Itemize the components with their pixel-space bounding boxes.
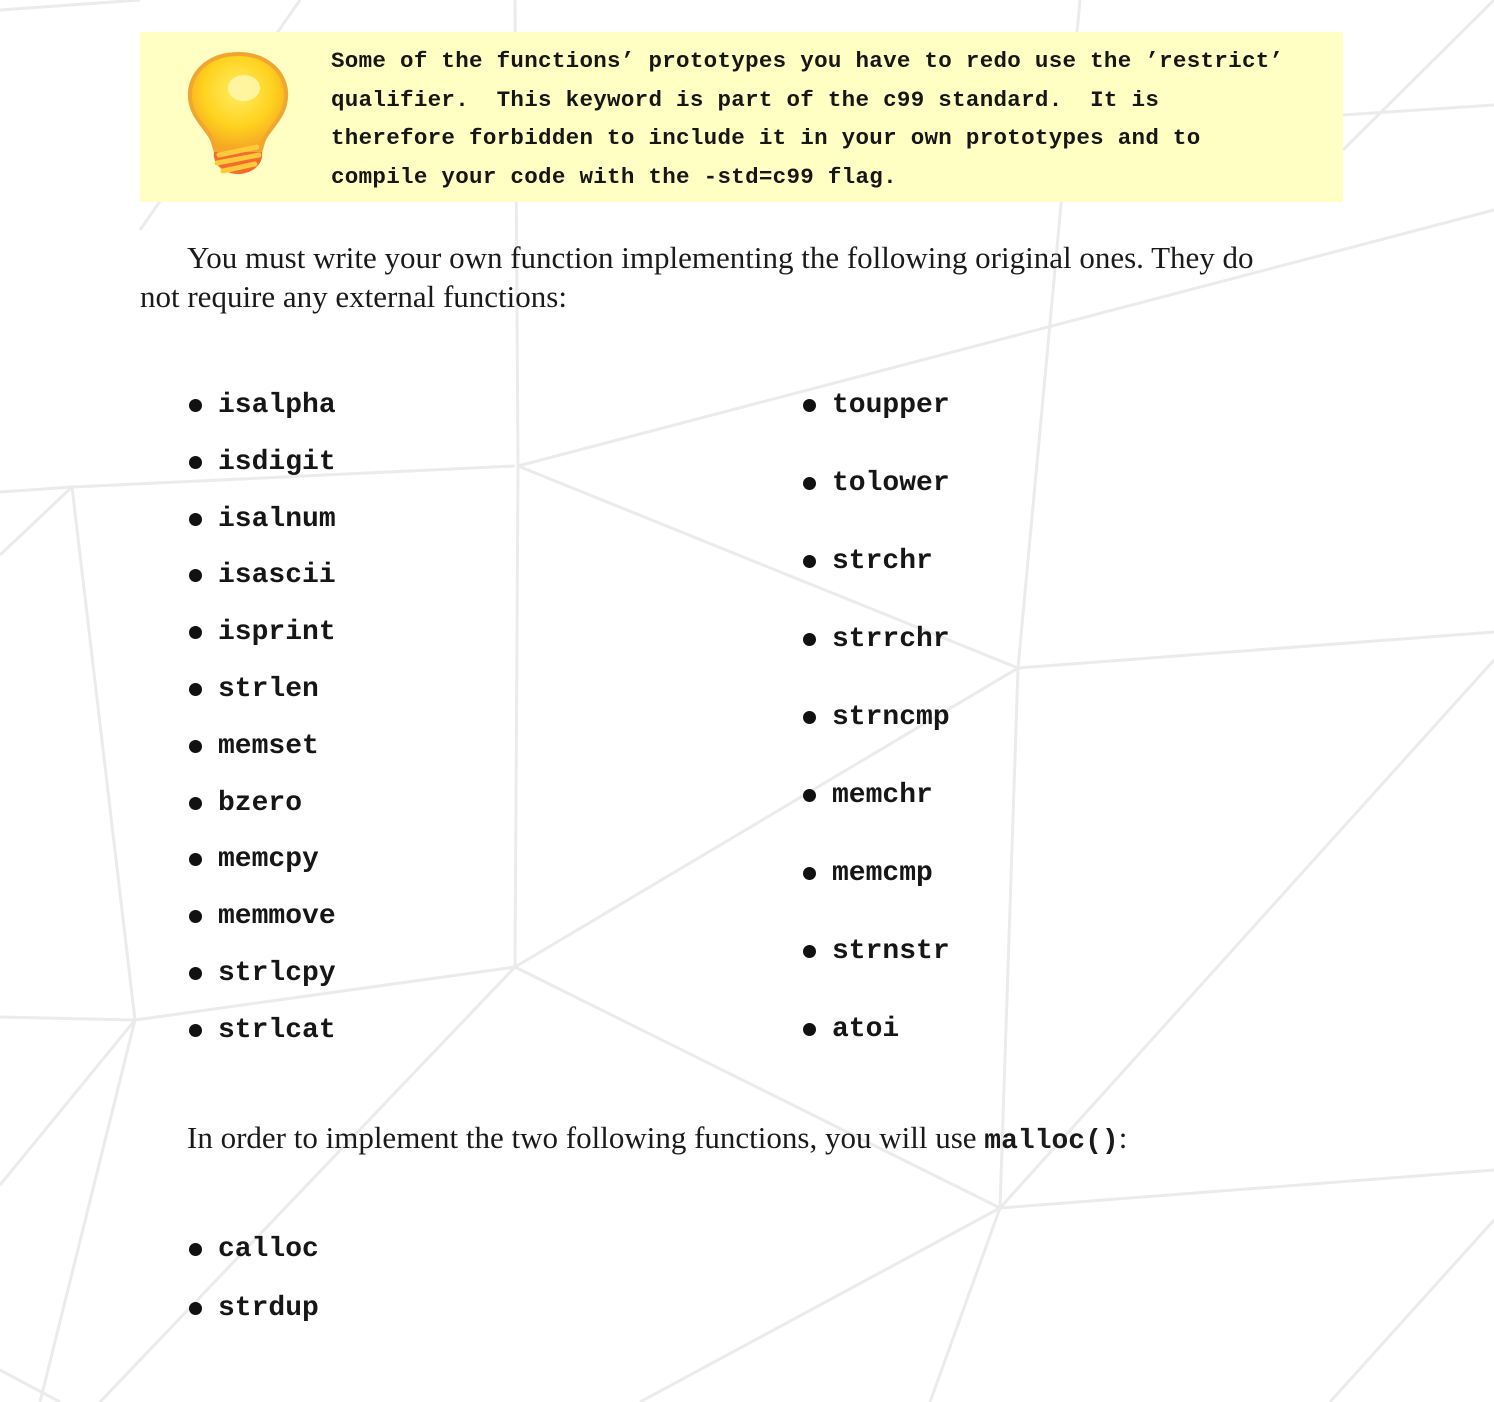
function-name: strncmp [832, 702, 950, 733]
function-name: calloc [218, 1234, 319, 1265]
bullet-icon [803, 1023, 816, 1036]
bullet-icon [803, 789, 816, 802]
bullet-icon [189, 683, 202, 696]
bullet-icon [189, 796, 202, 810]
function-name: memchr [832, 780, 933, 811]
tip-line: qualifier. This keyword is part of the c… [331, 86, 1160, 113]
function-name: isalpha [218, 390, 336, 421]
function-name: isalnum [218, 503, 336, 535]
malloc-text-before: In order to implement the two following … [187, 1120, 985, 1155]
tip-line: therefore forbidden to include it in you… [331, 125, 1201, 151]
bullet-icon [803, 399, 816, 412]
tip-line: Some of the functions’ prototypes you ha… [331, 48, 1284, 74]
function-name: memcmp [832, 858, 933, 889]
intro-paragraph: You must write your own function impleme… [140, 238, 1343, 316]
bullet-icon [803, 867, 816, 880]
function-name: tolower [832, 468, 950, 499]
function-name: strdup [218, 1293, 319, 1324]
function-name: strnstr [832, 936, 950, 967]
function-name: isascii [218, 560, 336, 592]
function-name: strlcat [218, 1014, 336, 1046]
bullet-icon [189, 1243, 202, 1256]
bullet-icon [803, 555, 816, 568]
bullet-icon [189, 1023, 202, 1037]
lightbulb-icon [187, 52, 289, 174]
function-name: bzero [218, 787, 303, 819]
function-name: strrchr [832, 624, 950, 655]
tip-callout: Some of the functions’ prototypes you ha… [140, 32, 1343, 202]
bullet-icon [803, 477, 816, 490]
bullet-icon [803, 945, 816, 958]
function-name: memmove [218, 901, 336, 933]
function-name: memset [218, 730, 319, 762]
bullet-icon [189, 739, 202, 753]
intro-line-2: not require any external functions: [140, 279, 567, 314]
function-name: atoi [832, 1014, 900, 1045]
bullet-icon [803, 633, 816, 646]
document-page: Some of the functions’ prototypes you ha… [0, 0, 1494, 1402]
bullet-icon [803, 711, 816, 724]
bullet-icon [189, 399, 202, 412]
function-name: isprint [218, 617, 336, 649]
function-name: strchr [832, 546, 933, 577]
bullet-icon [189, 626, 202, 640]
bullet-icon [189, 569, 202, 583]
bullet-icon [189, 1302, 202, 1315]
bullet-icon [189, 853, 202, 867]
malloc-text-after: : [1118, 1120, 1128, 1155]
bullet-icon [189, 512, 202, 526]
tip-text: Some of the functions’ prototypes you ha… [331, 42, 1331, 196]
function-name: memcpy [218, 844, 319, 876]
bullet-icon [189, 967, 202, 980]
malloc-paragraph: In order to implement the two following … [187, 1118, 1337, 1161]
function-name: strlen [218, 674, 319, 705]
malloc-code: malloc() [984, 1126, 1119, 1157]
intro-line-1: You must write your own function impleme… [187, 240, 1254, 275]
function-name: isdigit [218, 446, 336, 478]
bullet-icon [189, 910, 202, 924]
bullet-icon [189, 455, 202, 469]
tip-line: compile your code with the -std=c99 flag… [331, 163, 897, 190]
function-name: toupper [832, 390, 950, 421]
function-name: strlcpy [218, 958, 336, 989]
